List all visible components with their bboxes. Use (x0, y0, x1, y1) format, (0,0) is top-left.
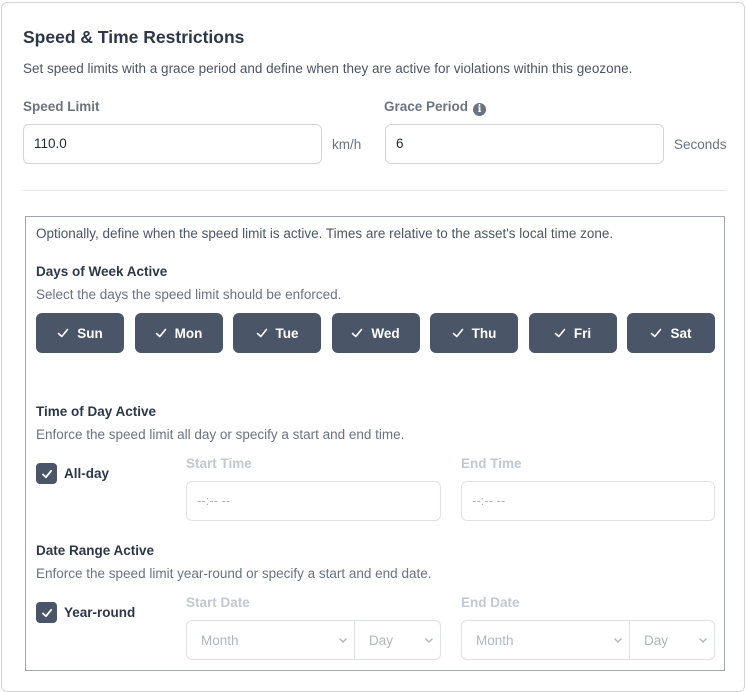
day-button-label: Mon (174, 325, 203, 341)
days-description: Select the days the speed limit should b… (36, 287, 342, 302)
grace-period-label: Grace Period (384, 99, 469, 114)
chevron-down-icon (699, 638, 707, 643)
end-time-label: End Time (461, 456, 522, 471)
start-time-label: Start Time (186, 456, 252, 471)
date-description: Enforce the speed limit year-round or sp… (36, 566, 432, 581)
start-time-input[interactable]: --:-- -- (186, 481, 441, 521)
speed-time-restrictions-card: Speed & Time Restrictions Set speed limi… (1, 2, 745, 692)
all-day-label: All-day (64, 466, 110, 481)
end-day-select[interactable]: Day (630, 620, 715, 660)
schedule-note: Optionally, define when the speed limit … (36, 226, 614, 241)
day-button-sat[interactable]: Sat (627, 313, 715, 353)
check-icon (57, 328, 69, 338)
day-button-wed[interactable]: Wed (331, 313, 420, 353)
check-icon (155, 328, 166, 338)
speed-limit-input[interactable]: 110.0 (23, 124, 322, 164)
schedule-panel: Optionally, define when the speed limit … (25, 216, 725, 671)
check-icon (41, 469, 52, 478)
grace-period-input[interactable]: 6 (385, 124, 664, 164)
year-round-checkbox-row[interactable]: Year-round (36, 602, 135, 623)
start-day-select[interactable]: Day (355, 620, 441, 660)
day-button-fri[interactable]: Fri (528, 313, 617, 353)
time-description: Enforce the speed limit all day or speci… (36, 427, 405, 442)
check-icon (41, 608, 52, 617)
day-button-mon[interactable]: Mon (134, 313, 223, 353)
day-button-label: Tue (275, 325, 299, 341)
section-subtitle: Set speed limits with a grace period and… (23, 61, 633, 76)
check-icon (352, 328, 363, 338)
start-month-select[interactable]: Month (186, 620, 355, 660)
time-title: Time of Day Active (36, 404, 157, 419)
day-button-label: Fri (573, 325, 592, 341)
grace-period-unit: Seconds (674, 137, 727, 152)
check-icon (554, 328, 566, 338)
day-button-label: Sat (670, 325, 692, 341)
year-round-label: Year-round (64, 605, 136, 620)
start-day-placeholder: Day (369, 632, 394, 648)
speed-limit-label: Speed Limit (23, 99, 100, 114)
all-day-checkbox-row[interactable]: All-day (36, 463, 109, 484)
section-title: Speed & Time Restrictions (23, 27, 245, 47)
day-button-thu[interactable]: Thu (430, 313, 518, 353)
check-icon (256, 328, 267, 338)
start-date-label: Start Date (186, 595, 250, 610)
days-title: Days of Week Active (36, 264, 168, 279)
date-title: Date Range Active (36, 543, 155, 558)
check-icon (651, 328, 662, 338)
day-button-tue[interactable]: Tue (233, 313, 321, 353)
check-icon (452, 328, 463, 338)
day-button-label: Thu (471, 325, 497, 341)
speed-limit-unit: km/h (332, 137, 362, 152)
end-month-placeholder: Month (476, 632, 514, 648)
day-button-label: Wed (371, 325, 400, 341)
chevron-down-icon (425, 638, 433, 643)
end-day-placeholder: Day (644, 632, 669, 648)
chevron-down-icon (614, 638, 622, 643)
divider (23, 190, 727, 191)
all-day-checkbox[interactable] (36, 463, 57, 484)
chevron-down-icon (339, 638, 347, 643)
end-time-input[interactable]: --:-- -- (461, 481, 715, 521)
end-date-label: End Date (461, 595, 520, 610)
day-button-sun[interactable]: Sun (36, 313, 124, 353)
info-icon[interactable]: i (473, 103, 487, 116)
year-round-checkbox[interactable] (36, 602, 57, 623)
grace-period-label-wrap: Grace Period i (384, 99, 487, 116)
end-month-select[interactable]: Month (461, 620, 630, 660)
day-button-label: Sun (77, 325, 103, 341)
start-month-placeholder: Month (201, 632, 239, 648)
